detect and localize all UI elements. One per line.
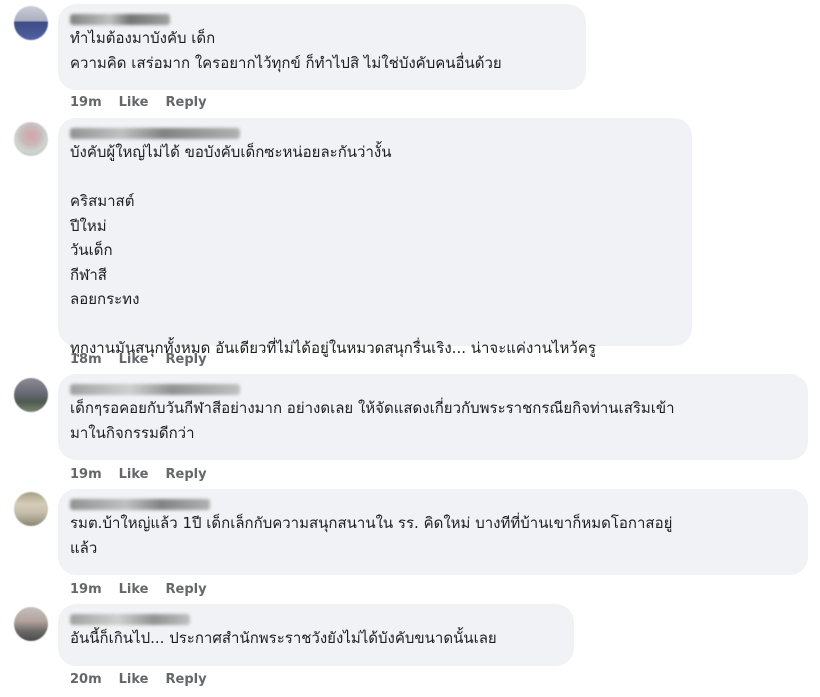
like-button[interactable]: Like [119, 582, 149, 597]
avatar[interactable] [14, 6, 48, 40]
like-button[interactable]: Like [119, 352, 149, 367]
commenter-name[interactable] [70, 499, 210, 510]
comment-timestamp[interactable]: 19m [70, 467, 102, 482]
like-button[interactable]: Like [119, 672, 149, 687]
like-button[interactable]: Like [119, 95, 149, 110]
like-button[interactable]: Like [119, 467, 149, 482]
comment-actions: 19m Like Reply [70, 467, 207, 482]
comment-actions: 19m Like Reply [70, 95, 207, 110]
comment-bubble: รมต.บ้าใหญ่แล้ว 1ปี เด็กเล็กกับความสนุกส… [58, 489, 808, 575]
comment-actions: 20m Like Reply [70, 672, 207, 687]
comment-actions: 19m Like Reply [70, 582, 207, 597]
comment-bubble: บังคับผู้ใหญ่ไม่ได้ ขอบังคับเด็กซะหน่อยล… [58, 118, 692, 357]
comment-timestamp[interactable]: 20m [70, 672, 102, 687]
reply-button[interactable]: Reply [166, 95, 207, 110]
reply-button[interactable]: Reply [166, 352, 207, 367]
comment-text: ทำไมต้องมาบังคับ เด็ก ความคิด เสร่อมาก ใ… [70, 29, 502, 72]
avatar[interactable] [14, 607, 48, 641]
reply-button[interactable]: Reply [166, 467, 207, 482]
commenter-name[interactable] [70, 614, 190, 625]
comment-timestamp[interactable]: 19m [70, 582, 102, 597]
commenter-name[interactable] [70, 384, 240, 395]
comment-actions: 18m Like Reply [70, 352, 207, 367]
commenter-name[interactable] [70, 128, 240, 139]
comment-bubble: อันนี้ก็เกินไป... ประกาศสำนักพระราชวังยั… [58, 604, 574, 666]
avatar[interactable] [14, 122, 48, 156]
comment-timestamp[interactable]: 18m [70, 352, 102, 367]
reply-button[interactable]: Reply [166, 582, 207, 597]
comment-text: บังคับผู้ใหญ่ไม่ได้ ขอบังคับเด็กซะหน่อยล… [70, 143, 596, 357]
comment-text: เด็กๆรอคอยกับวันกีฬาสีอย่างมาก อย่างดเลย… [70, 399, 675, 442]
reply-button[interactable]: Reply [166, 672, 207, 687]
comment-text: อันนี้ก็เกินไป... ประกาศสำนักพระราชวังยั… [70, 629, 497, 647]
avatar[interactable] [14, 378, 48, 412]
avatar[interactable] [14, 492, 48, 526]
comment-bubble: เด็กๆรอคอยกับวันกีฬาสีอย่างมาก อย่างดเลย… [58, 374, 808, 460]
comment-timestamp[interactable]: 19m [70, 95, 102, 110]
comment-text: รมต.บ้าใหญ่แล้ว 1ปี เด็กเล็กกับความสนุกส… [70, 514, 673, 557]
comment-bubble: ทำไมต้องมาบังคับ เด็ก ความคิด เสร่อมาก ใ… [58, 4, 586, 90]
commenter-name[interactable] [70, 14, 170, 25]
